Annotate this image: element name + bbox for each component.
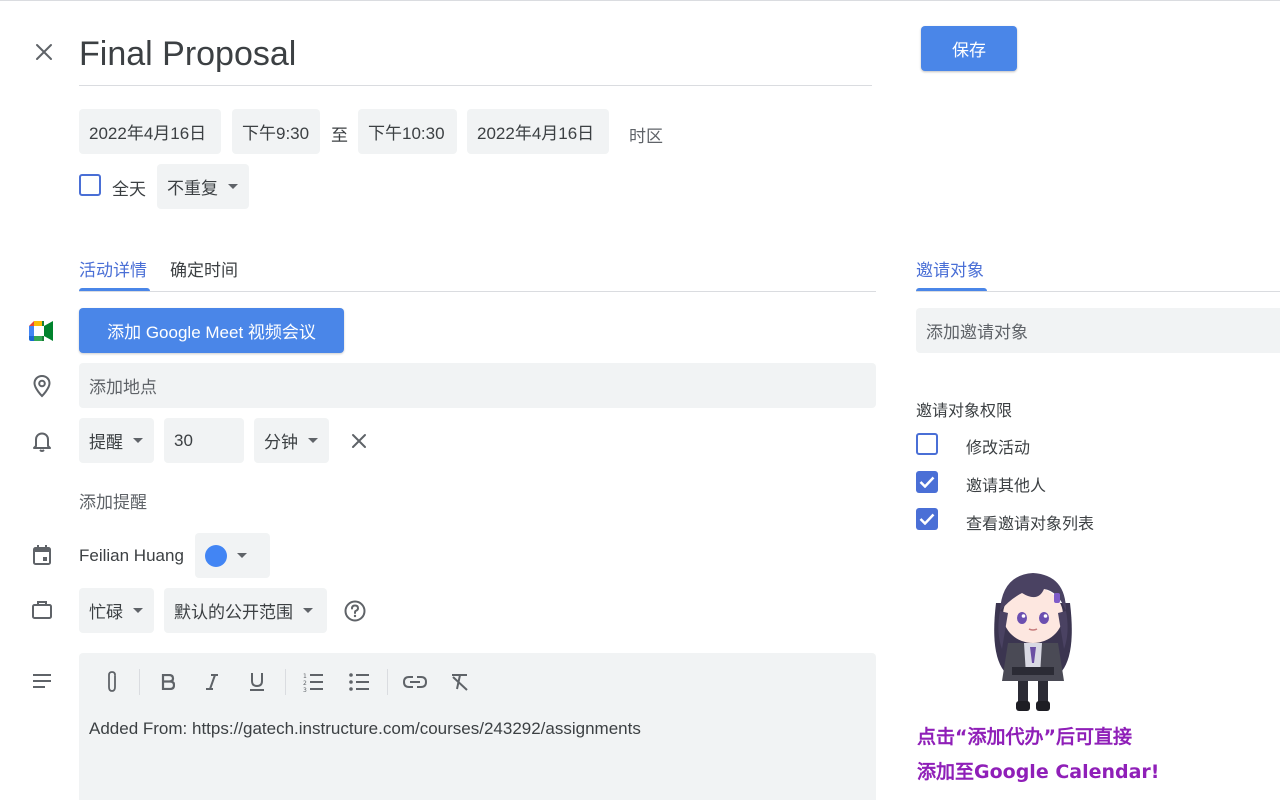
notification-amount-input[interactable]: 30 <box>164 418 244 463</box>
start-time-field[interactable]: 下午9:30 <box>232 109 320 154</box>
bulleted-list-icon <box>349 673 369 691</box>
chevron-down-icon <box>237 553 247 558</box>
chevron-down-icon <box>308 438 318 443</box>
bell-icon <box>30 429 54 453</box>
chevron-down-icon <box>228 184 238 189</box>
italic-button[interactable] <box>197 667 227 697</box>
permission-label: 邀请其他人 <box>966 478 1047 495</box>
attachment-icon <box>108 671 116 692</box>
top-divider <box>0 0 1280 1</box>
repeat-dropdown[interactable]: 不重复 <box>157 164 249 209</box>
underline-icon <box>250 673 264 691</box>
close-icon <box>36 44 52 60</box>
briefcase-icon <box>30 598 54 622</box>
notification-unit-dropdown[interactable]: 分钟 <box>254 418 329 463</box>
toolbar-separator <box>387 669 388 695</box>
chevron-down-icon <box>133 438 143 443</box>
svg-text:3: 3 <box>303 687 307 692</box>
visibility-value: 默认的公开范围 <box>174 603 293 622</box>
tab-find-time[interactable]: 确定时间 <box>170 256 238 281</box>
tab-guests[interactable]: 邀请对象 <box>916 256 984 281</box>
permission-see-guest-list-checkbox[interactable] <box>916 508 938 530</box>
numbered-list-icon: 123 <box>303 673 323 692</box>
bold-icon <box>161 674 175 690</box>
visibility-dropdown[interactable]: 默认的公开范围 <box>164 588 327 633</box>
availability-value: 忙碌 <box>89 603 123 622</box>
timezone-link[interactable]: 时区 <box>629 122 663 147</box>
tab-event-details[interactable]: 活动详情 <box>79 256 147 281</box>
add-notification-link[interactable]: 添加提醒 <box>79 488 147 513</box>
permission-label: 查看邀请对象列表 <box>966 516 1095 533</box>
description-text[interactable]: Added From: https://gatech.instructure.c… <box>89 719 641 739</box>
calendar-icon <box>30 543 54 567</box>
notification-type-dropdown[interactable]: 提醒 <box>79 418 154 463</box>
add-guests-input[interactable]: 添加邀请对象 <box>916 308 1280 353</box>
chevron-down-icon <box>303 608 313 613</box>
permission-invite-others-checkbox[interactable] <box>916 471 938 493</box>
color-dot <box>205 544 227 567</box>
add-google-meet-button[interactable]: 添加 Google Meet 视频会议 <box>79 308 344 353</box>
all-day-checkbox[interactable] <box>79 174 101 196</box>
to-label: 至 <box>331 126 348 145</box>
guest-permissions-title: 邀请对象权限 <box>916 403 1013 420</box>
start-date-field[interactable]: 2022年4月16日 <box>79 109 221 154</box>
close-icon <box>352 434 366 448</box>
close-button[interactable] <box>28 36 60 68</box>
attach-button[interactable] <box>97 667 127 697</box>
availability-dropdown[interactable]: 忙碌 <box>79 588 154 633</box>
checkmark-icon <box>919 513 935 525</box>
numbered-list-button[interactable]: 123 <box>298 667 328 697</box>
remove-notification-button[interactable] <box>347 429 371 453</box>
event-title[interactable]: Final Proposal <box>79 30 872 78</box>
permission-label: 修改活动 <box>966 440 1031 457</box>
toolbar-separator <box>285 669 286 695</box>
link-icon <box>403 676 427 688</box>
bold-button[interactable] <box>153 667 183 697</box>
title-field[interactable]: Final Proposal <box>79 30 872 86</box>
permission-modify-event-checkbox[interactable] <box>916 433 938 455</box>
all-day-label: 全天 <box>112 180 146 199</box>
repeat-value: 不重复 <box>167 179 218 198</box>
checkmark-icon <box>919 476 935 488</box>
help-button[interactable] <box>343 599 367 623</box>
insert-link-button[interactable] <box>400 667 430 697</box>
promo-line-2: 添加至Google Calendar! <box>917 761 1160 783</box>
notification-unit-value: 分钟 <box>264 433 298 452</box>
italic-icon <box>206 674 218 690</box>
description-icon <box>30 669 54 693</box>
guests-tabs-divider <box>916 291 1280 292</box>
description-editor[interactable]: 123 Added From: https://gatech.instructu… <box>79 653 876 800</box>
google-meet-icon <box>29 320 53 342</box>
tabs-divider <box>79 291 876 292</box>
underline-button[interactable] <box>242 667 272 697</box>
location-icon <box>30 374 54 398</box>
end-time-field[interactable]: 下午10:30 <box>358 109 457 154</box>
clear-formatting-button[interactable] <box>445 667 475 697</box>
bulleted-list-button[interactable] <box>344 667 374 697</box>
mascot-illustration <box>978 563 1088 715</box>
toolbar-separator <box>139 669 140 695</box>
save-button[interactable]: 保存 <box>921 26 1017 71</box>
help-icon <box>344 600 366 622</box>
svg-text:1: 1 <box>303 673 307 680</box>
end-date-field[interactable]: 2022年4月16日 <box>467 109 609 154</box>
svg-text:2: 2 <box>303 680 307 687</box>
promo-line-1: 点击“添加代办”后可直接 <box>917 726 1132 748</box>
event-color-dropdown[interactable] <box>195 533 270 578</box>
chevron-down-icon <box>133 608 143 613</box>
calendar-owner: Feilian Huang <box>79 546 184 565</box>
location-input[interactable]: 添加地点 <box>79 363 876 408</box>
notification-type-value: 提醒 <box>89 433 123 452</box>
clear-formatting-icon <box>452 674 468 691</box>
